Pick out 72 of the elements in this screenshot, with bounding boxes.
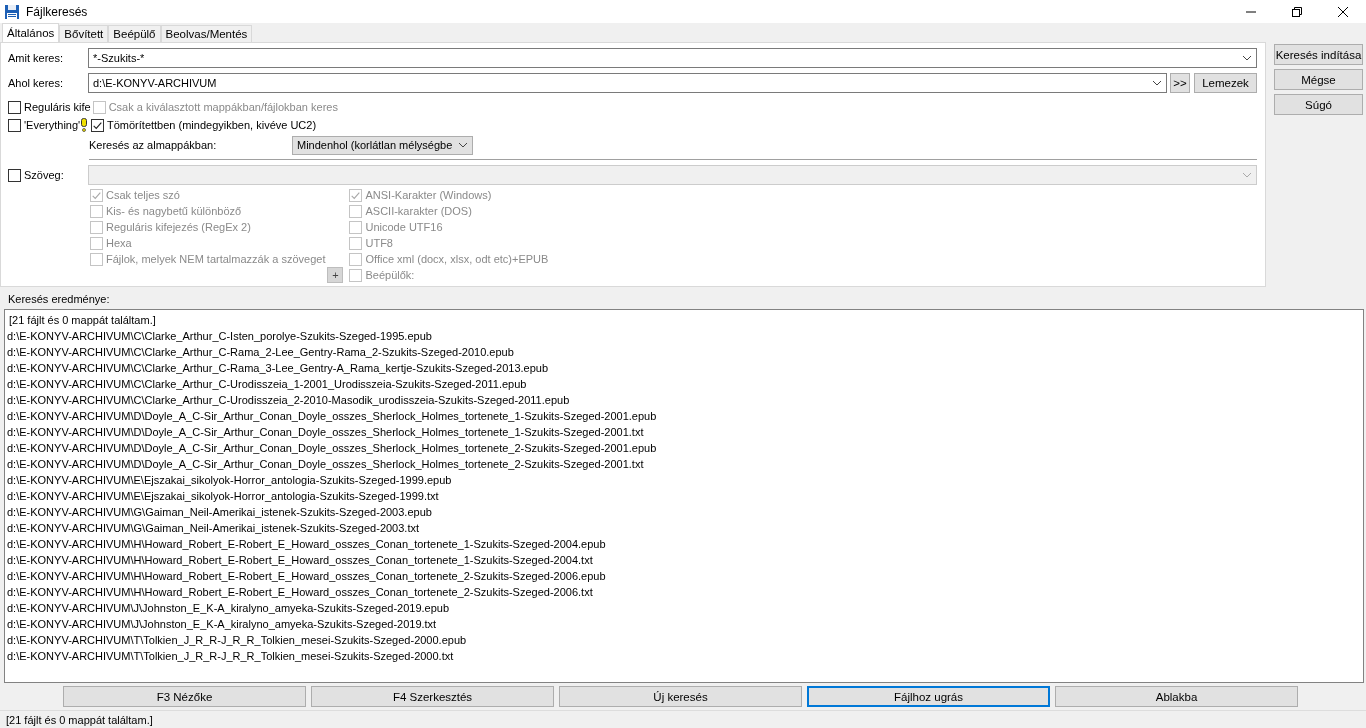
result-line[interactable]: d:\E-KONYV-ARCHIVUM\G\Gaiman_Neil-Amerikai_istenek-Szukits-Szeged-2003.epub — [7, 504, 1363, 520]
dropdown-icon — [458, 142, 469, 148]
checkbox-label: Reguláris kifejezés (RegEx 2) — [106, 221, 251, 233]
side-button[interactable]: Súgó — [1274, 94, 1363, 115]
checkbox-label: Unicode UTF16 — [365, 221, 443, 233]
result-line[interactable]: d:\E-KONYV-ARCHIVUM\E\Ejszakai_sikolyok-Horror_antologia-Szukits-Szeged-1999.epub — [7, 472, 1363, 488]
result-line[interactable]: [21 fájlt és 0 mappát találtam.] — [7, 312, 1363, 328]
result-line[interactable]: d:\E-KONYV-ARCHIVUM\T\Tolkien_J_R_R-J_R_R_Tolkien_mesei-Szukits-Szeged-2000.epub — [7, 632, 1363, 648]
checkbox[interactable] — [8, 100, 21, 114]
result-line[interactable]: d:\E-KONYV-ARCHIVUM\C\Clarke_Arthur_C-Rama_2-Lee_Gentry-Rama_2-Szukits-Szeged-2010.epub — [7, 344, 1363, 360]
action-button[interactable]: Ablakba — [1055, 686, 1298, 707]
result-line[interactable]: d:\E-KONYV-ARCHIVUM\H\Howard_Robert_E-Robert_E_Howard_osszes_Conan_tortenete_2-Szukits-Szeged-2006.epub — [7, 568, 1363, 584]
result-line[interactable]: d:\E-KONYV-ARCHIVUM\C\Clarke_Arthur_C-Urodisszeia_2-2010-Masodik_urodisszeia-Szukits-Szeged-2011.epub — [7, 392, 1363, 408]
tab[interactable]: Beolvas/Mentés — [160, 25, 253, 42]
checkbox-label: Tömörítettben (mindegyikben, kivéve UC2) — [107, 119, 317, 131]
action-button[interactable]: F4 Szerkesztés — [311, 686, 554, 707]
result-line[interactable]: d:\E-KONYV-ARCHIVUM\C\Clarke_Arthur_C-Rama_3-Lee_Gentry-A_Rama_kertje-Szukits-Szeged-2013.epub — [7, 360, 1363, 376]
result-line[interactable]: d:\E-KONYV-ARCHIVUM\H\Howard_Robert_E-Robert_E_Howard_osszes_Conan_tortenete_1-Szukits-Szeged-2004.epub — [7, 536, 1363, 552]
location-field[interactable]: d:\E-KONYV-ARCHIVUM — [88, 73, 1167, 93]
dropdown-icon — [1242, 172, 1252, 178]
checkbox-label: UTF8 — [365, 237, 393, 249]
search-field[interactable]: *-Szukits-* — [88, 48, 1257, 68]
restore-icon[interactable] — [1292, 6, 1302, 17]
tab[interactable]: Beépülő — [108, 25, 161, 42]
result-line[interactable]: d:\E-KONYV-ARCHIVUM\J\Johnston_E_K-A_kiralyno_amyeka-Szukits-Szeged-2019.txt — [7, 616, 1363, 632]
checkbox[interactable] — [8, 118, 21, 132]
checkbox-label: Kis- és nagybetű különböző — [106, 205, 242, 217]
results-label: Keresés eredménye: — [8, 293, 111, 307]
checkbox-label: Office xml (docx, xlsx, odt etc)+EPUB — [365, 253, 549, 265]
checkbox-label: Fájlok, melyek NEM tartalmazzák a szöveget — [106, 253, 326, 265]
checkbox-label: Hexa — [106, 237, 132, 249]
window-title: Fájlkeresés — [26, 4, 88, 19]
drives-button[interactable]: Lemezek — [1194, 73, 1257, 93]
exclamation-icon — [81, 118, 88, 132]
result-line[interactable]: d:\E-KONYV-ARCHIVUM\D\Doyle_A_C-Sir_Arthur_Conan_Doyle_osszes_Sherlock_Holmes_tortenete_1-Szukits-Szeged-2001.txt — [7, 424, 1363, 440]
checkbox[interactable] — [91, 118, 104, 132]
result-line[interactable]: d:\E-KONYV-ARCHIVUM\E\Ejszakai_sikolyok-Horror_antologia-Szukits-Szeged-1999.txt — [7, 488, 1363, 504]
side-button[interactable]: Mégse — [1274, 69, 1363, 90]
result-line[interactable]: d:\E-KONYV-ARCHIVUM\D\Doyle_A_C-Sir_Arthur_Conan_Doyle_osszes_Sherlock_Holmes_tortenete_2-Szukits-Szeged-2001.epub — [7, 440, 1363, 456]
add-button[interactable]: + — [327, 267, 344, 283]
field-label: Ahol keres: — [8, 77, 65, 89]
field-label: Keresés az almappákban: — [89, 139, 218, 151]
result-line[interactable]: d:\E-KONYV-ARCHIVUM\G\Gaiman_Neil-Amerikai_istenek-Szukits-Szeged-2003.txt — [7, 520, 1363, 536]
checkbox-label: ASCII-karakter (DOS) — [365, 205, 472, 217]
checkbox-label: Csak teljes szó — [106, 189, 180, 201]
result-line[interactable]: d:\E-KONYV-ARCHIVUM\H\Howard_Robert_E-Robert_E_Howard_osszes_Conan_tortenete_2-Szukits-Szeged-2006.txt — [7, 584, 1363, 600]
result-line[interactable]: d:\E-KONYV-ARCHIVUM\C\Clarke_Arthur_C-Urodisszeia_1-2001_Urodisszeia-Szukits-Szeged-2011.epub — [7, 376, 1363, 392]
result-line[interactable]: d:\E-KONYV-ARCHIVUM\T\Tolkien_J_R_R-J_R_R_Tolkien_mesei-Szukits-Szeged-2000.txt — [7, 648, 1363, 664]
checkbox-label: Szöveg: — [24, 169, 64, 181]
dropdown-icon — [1152, 80, 1162, 86]
action-button[interactable]: Új keresés — [559, 686, 802, 707]
side-button[interactable]: Keresés indítása — [1274, 44, 1363, 65]
depth-dropdown[interactable]: Mindenhol (korlátlan mélységbe — [292, 135, 474, 155]
result-line[interactable]: d:\E-KONYV-ARCHIVUM\H\Howard_Robert_E-Robert_E_Howard_osszes_Conan_tortenete_1-Szukits-Szeged-2004.txt — [7, 552, 1363, 568]
browse-button[interactable]: >> — [1170, 73, 1190, 93]
tab[interactable]: Bővített — [59, 25, 109, 42]
result-line[interactable]: d:\E-KONYV-ARCHIVUM\D\Doyle_A_C-Sir_Arthur_Conan_Doyle_osszes_Sherlock_Holmes_tortenete_1-Szukits-Szeged-2001.epub — [7, 408, 1363, 424]
action-button[interactable]: Fájlhoz ugrás — [807, 686, 1050, 707]
checkbox-label: Csak a kiválasztott mappákban/fájlokban keres — [108, 101, 338, 113]
tab[interactable]: Általános — [2, 23, 60, 42]
result-line[interactable]: d:\E-KONYV-ARCHIVUM\J\Johnston_E_K-A_kiralyno_amyeka-Szukits-Szeged-2019.epub — [7, 600, 1363, 616]
checkbox-label: 'Everything' — [24, 119, 81, 131]
checkbox-label: ANSI-Karakter (Windows) — [365, 189, 492, 201]
dropdown-icon — [1242, 55, 1252, 61]
checkbox-label: Beépülők: — [365, 269, 415, 281]
result-line[interactable]: d:\E-KONYV-ARCHIVUM\D\Doyle_A_C-Sir_Arthur_Conan_Doyle_osszes_Sherlock_Holmes_tortenete_2-Szukits-Szeged-2001.txt — [7, 456, 1363, 472]
action-button[interactable]: F3 Nézőke — [63, 686, 306, 707]
close-icon[interactable] — [1338, 6, 1348, 17]
status-bar: [21 fájlt és 0 mappát találtam.] — [0, 710, 1366, 728]
result-line[interactable]: d:\E-KONYV-ARCHIVUM\C\Clarke_Arthur_C-Isten_porolye-Szukits-Szeged-1995.epub — [7, 328, 1363, 344]
field-label: Amit keres: — [8, 52, 64, 64]
checkbox-label: Reguláris kife — [24, 101, 91, 113]
